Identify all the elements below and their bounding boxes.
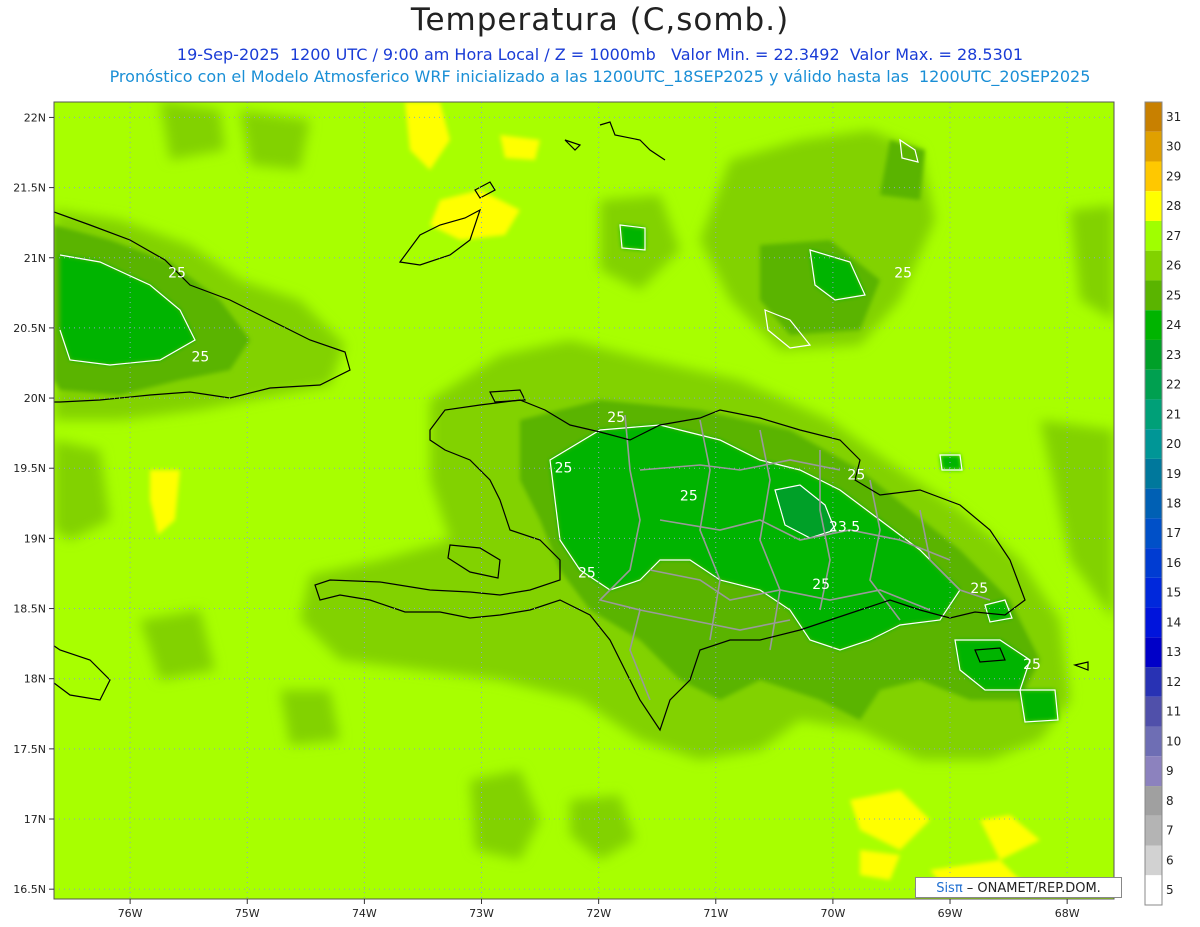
contour-label: 25 [168, 265, 186, 281]
colorbar-swatch [1145, 786, 1162, 816]
lon-tick-label: 72W [586, 907, 611, 920]
lat-tick-label: 19.5N [13, 462, 46, 475]
colorbar-swatch [1145, 577, 1162, 608]
colorbar-label: 6 [1166, 853, 1174, 867]
contour-label: 25 [607, 410, 625, 426]
contour-label: 25 [894, 265, 912, 281]
contour-label: 25 [191, 350, 209, 366]
colorbar-label: 13 [1166, 645, 1181, 659]
lon-tick-label: 70W [820, 907, 845, 920]
lat-tick-label: 20.5N [13, 322, 46, 335]
colorbar-label: 19 [1166, 467, 1181, 481]
colorbar-label: 15 [1166, 586, 1181, 600]
colorbar-label: 16 [1166, 556, 1181, 570]
colorbar-swatch [1145, 845, 1162, 876]
lon-tick-label: 76W [118, 907, 143, 920]
colorbar-label: 21 [1166, 407, 1181, 421]
colorbar-swatch [1145, 429, 1162, 459]
colorbar-label: 12 [1166, 675, 1181, 689]
lat-tick-label: 20N [24, 392, 46, 405]
lat-tick-label: 21.5N [13, 182, 46, 195]
lat-tick-label: 16.5N [13, 883, 46, 896]
colorbar-label: 28 [1166, 199, 1181, 213]
colorbar-label: 27 [1166, 229, 1181, 243]
colorbar-swatch [1145, 102, 1162, 132]
colorbar-swatch [1145, 488, 1162, 519]
lon-tick-label: 68W [1055, 907, 1080, 920]
contour-label: 25 [847, 467, 865, 483]
colorbar-swatch [1145, 667, 1162, 697]
colorbar-label: 14 [1166, 615, 1181, 629]
colorbar-swatch [1145, 696, 1162, 727]
colorbar-swatch [1145, 220, 1162, 251]
colorbar-swatch [1145, 191, 1162, 221]
colorbar-swatch [1145, 607, 1162, 638]
colorbar-label: 25 [1166, 288, 1181, 302]
colorbar-swatch [1145, 339, 1162, 370]
lat-tick-label: 17N [24, 813, 46, 826]
colorbar-label: 24 [1166, 318, 1181, 332]
lat-tick-label: 21N [24, 252, 46, 265]
colorbar-label: 10 [1166, 734, 1181, 748]
colorbar-swatch [1145, 518, 1162, 549]
colorbar-label: 18 [1166, 497, 1181, 511]
colorbar-label: 23 [1166, 348, 1181, 362]
latitude-axis: 22N 21.5N 21N 20.5N 20N 19.5N 19N 18.5N 18N 17.5N… [13, 111, 54, 896]
contour-label: 25 [1023, 657, 1041, 673]
longitude-axis: 76W 75W 74W 73W 72W 71W 70W 69W 68W [118, 899, 1080, 920]
colorbar-swatch [1145, 310, 1162, 340]
colorbar-swatch [1145, 161, 1162, 192]
colorbar-label: 11 [1166, 705, 1181, 719]
colorbar-label: 9 [1166, 764, 1174, 778]
lat-tick-label: 17.5N [13, 743, 46, 756]
colorbar-swatch [1145, 726, 1162, 757]
colorbar-swatch [1145, 875, 1162, 905]
colorbar-label: 31 [1166, 110, 1181, 124]
colorbar-label: 30 [1166, 140, 1181, 154]
lat-tick-label: 22N [24, 111, 46, 124]
colorbar-swatch [1145, 756, 1162, 787]
lon-tick-label: 74W [352, 907, 377, 920]
colorbar-swatch [1145, 131, 1162, 162]
contour-label: 25 [680, 489, 698, 505]
lat-tick-label: 18.5N [13, 603, 46, 616]
contour-label: 25 [812, 577, 830, 593]
lon-tick-label: 71W [703, 907, 728, 920]
colorbar: 31 30 29 28 27 26 25 24 23 22 21 20 19 18 17 16 15 14 13 12… [1144, 101, 1181, 906]
colorbar-swatch [1145, 280, 1162, 311]
colorbar-swatch [1145, 548, 1162, 578]
contour-label: 25 [555, 460, 573, 476]
temperature-map: 25 25 25 25 25 25 23.5 25 25 25 25 25 22N 21.5N 21N 20… [13, 101, 1181, 920]
colorbar-swatch [1145, 637, 1162, 668]
lon-tick-label: 75W [235, 907, 260, 920]
contour-label: 25 [970, 581, 988, 597]
lat-tick-label: 18N [24, 673, 46, 686]
lat-tick-label: 19N [24, 532, 46, 545]
lon-tick-label: 69W [938, 907, 963, 920]
colorbar-label: 26 [1166, 259, 1181, 273]
credit-brand: Sisπ [936, 881, 963, 896]
colorbar-swatch [1145, 250, 1162, 281]
colorbar-label: 7 [1166, 824, 1174, 838]
colorbar-label: 22 [1166, 378, 1181, 392]
colorbar-swatch [1145, 815, 1162, 846]
colorbar-label: 29 [1166, 169, 1181, 183]
lon-tick-label: 73W [469, 907, 494, 920]
credit-org: – ONAMET/REP.DOM. [962, 881, 1101, 896]
colorbar-swatch [1145, 458, 1162, 489]
colorbar-label: 17 [1166, 526, 1181, 540]
contour-label: 25 [578, 566, 596, 582]
colorbar-label: 5 [1166, 883, 1174, 897]
colorbar-label: 8 [1166, 794, 1174, 808]
credit-box: Sisπ – ONAMET/REP.DOM. [915, 877, 1122, 898]
colorbar-swatch [1145, 399, 1162, 430]
contour-label: 23.5 [829, 519, 860, 535]
colorbar-label: 20 [1166, 437, 1181, 451]
colorbar-swatch [1145, 369, 1162, 400]
